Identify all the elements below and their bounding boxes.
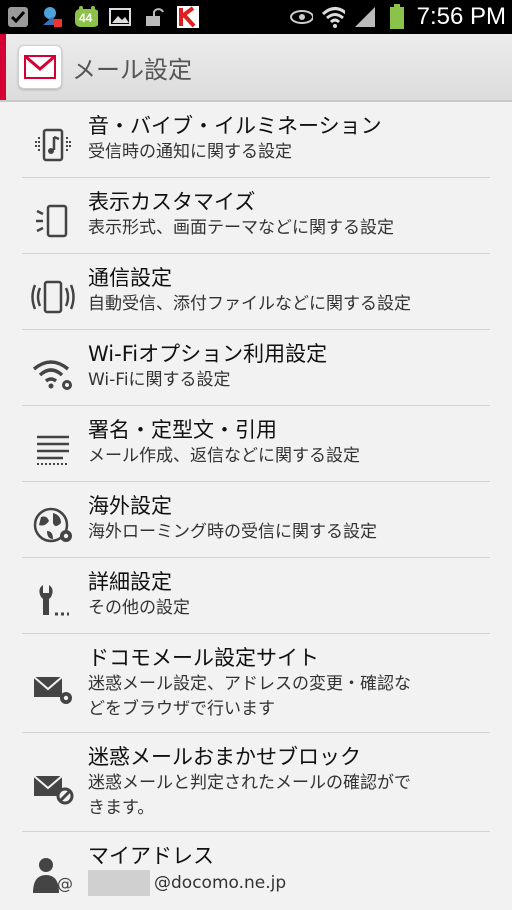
wifi-icon — [321, 5, 345, 29]
globe-settings-icon — [22, 505, 84, 545]
signal-icon — [353, 5, 377, 29]
list-item-communication[interactable]: 通信設定 自動受信、添付ファイルなどに関する設定 — [22, 254, 490, 330]
item-subtitle: メール作成、返信などに関する設定 — [88, 446, 360, 466]
mail-settings-icon — [22, 668, 84, 708]
address-domain: @docomo.ne.jp — [154, 873, 287, 893]
item-title: 表示カスタマイズ — [88, 190, 256, 214]
list-item-sound-vibration[interactable]: 音・バイブ・イルミネーション 受信時の通知に関する設定 — [22, 102, 490, 178]
signature-icon — [22, 429, 84, 469]
android-44-icon: 44 — [74, 5, 98, 29]
item-subtitle: その他の設定 — [88, 598, 190, 618]
svg-text:@: @ — [57, 874, 73, 893]
clock: 7:56 PM — [416, 3, 506, 30]
app-header: メール設定 — [0, 34, 512, 102]
settings-list: 音・バイブ・イルミネーション 受信時の通知に関する設定 表示カスタマイズ 表示形… — [0, 102, 512, 908]
sync-icon — [40, 5, 64, 29]
list-item-display-customize[interactable]: 表示カスタマイズ 表示形式、画面テーマなどに関する設定 — [22, 178, 490, 254]
header-accent-bar — [0, 34, 6, 100]
item-subtitle-line1: 迷惑メールと判定されたメールの確認がで — [88, 773, 411, 793]
item-subtitle: 受信時の通知に関する設定 — [88, 142, 292, 162]
item-subtitle-address: @docomo.ne.jp — [88, 870, 286, 896]
image-icon — [108, 5, 132, 29]
page-title: メール設定 — [72, 55, 192, 84]
list-item-signature[interactable]: 署名・定型文・引用 メール作成、返信などに関する設定 — [22, 406, 490, 482]
list-item-advanced[interactable]: 詳細設定 その他の設定 — [22, 558, 490, 634]
item-title: Wi-Fiオプション利用設定 — [88, 342, 328, 366]
item-title: マイアドレス — [88, 844, 214, 868]
item-title: 署名・定型文・引用 — [88, 418, 277, 442]
item-subtitle: 表示形式、画面テーマなどに関する設定 — [88, 218, 394, 238]
mail-app-icon[interactable] — [18, 45, 62, 89]
k-app-icon — [176, 5, 200, 29]
item-title: 迷惑メールおまかせブロック — [88, 745, 361, 769]
item-title: ドコモメール設定サイト — [88, 646, 319, 670]
list-item-overseas[interactable]: 海外設定 海外ローミング時の受信に関する設定 — [22, 482, 490, 558]
list-item-my-address[interactable]: @ マイアドレス @docomo.ne.jp — [22, 832, 490, 908]
item-title: 通信設定 — [88, 266, 172, 290]
checkbox-icon — [6, 5, 30, 29]
person-at-icon: @ — [22, 855, 84, 895]
unlock-icon — [142, 5, 166, 29]
item-title: 海外設定 — [88, 494, 172, 518]
item-subtitle: 海外ローミング時の受信に関する設定 — [88, 522, 377, 542]
list-item-spam-block[interactable]: 迷惑メールおまかせブロック 迷惑メールと判定されたメールの確認がで きます。 — [22, 733, 490, 832]
display-icon — [22, 201, 84, 241]
redacted-username — [88, 870, 150, 896]
android-badge-text: 44 — [79, 11, 93, 25]
mail-block-icon — [22, 767, 84, 807]
item-subtitle-line2: どをブラウザで行います — [88, 699, 275, 719]
communication-icon — [22, 277, 84, 317]
item-title: 詳細設定 — [88, 570, 172, 594]
list-item-wifi-option[interactable]: Wi-Fiオプション利用設定 Wi-Fiに関する設定 — [22, 330, 490, 406]
item-subtitle-line1: 迷惑メール設定、アドレスの変更・確認な — [88, 674, 411, 694]
wrench-icon — [22, 581, 84, 621]
item-subtitle-line2: きます。 — [88, 798, 155, 818]
battery-icon — [385, 4, 409, 29]
item-subtitle: Wi-Fiに関する設定 — [88, 370, 231, 390]
item-subtitle: 自動受信、添付ファイルなどに関する設定 — [88, 294, 411, 314]
status-bar: 44 7:56 PM — [0, 0, 512, 34]
eye-icon — [289, 5, 313, 29]
item-title: 音・バイブ・イルミネーション — [88, 114, 382, 138]
list-item-docomo-mail-site[interactable]: ドコモメール設定サイト 迷惑メール設定、アドレスの変更・確認な どをブラウザで行… — [22, 634, 490, 733]
music-vibrate-icon — [22, 125, 84, 165]
wifi-settings-icon — [22, 353, 84, 393]
